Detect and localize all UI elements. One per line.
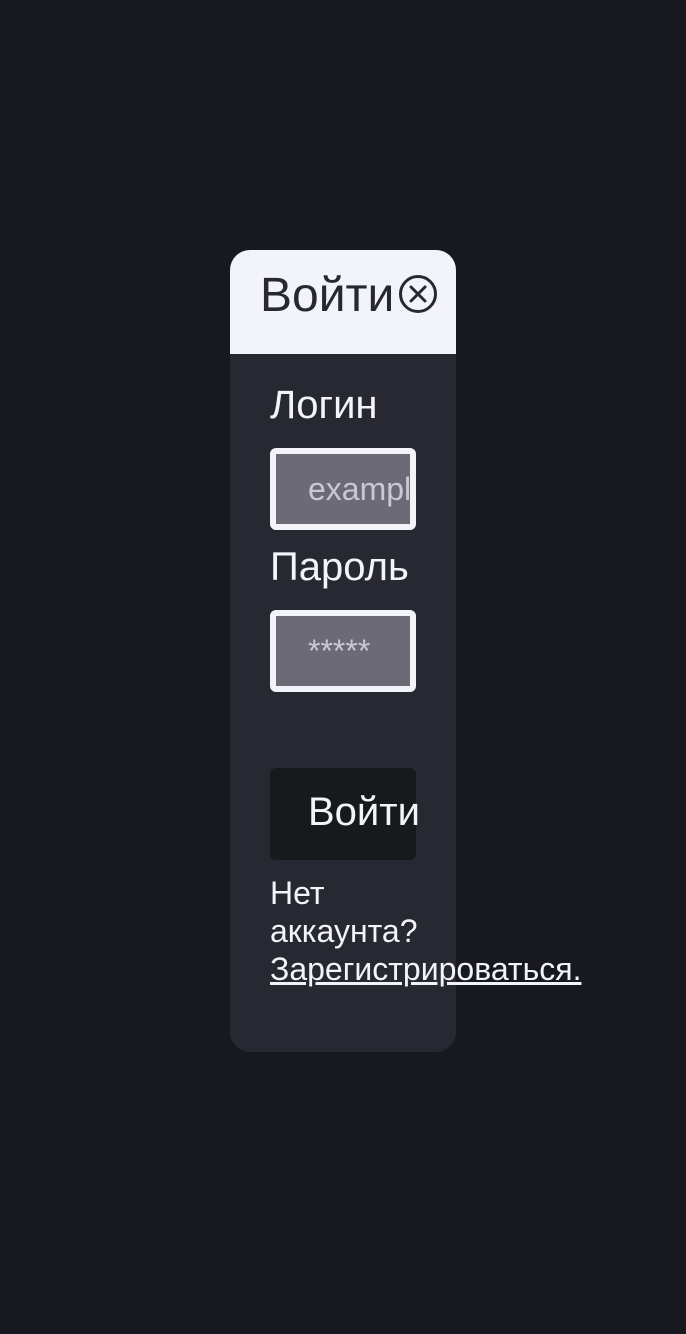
register-link[interactable]: Зарегистрироваться.	[270, 950, 581, 988]
login-input[interactable]	[276, 454, 410, 524]
password-input[interactable]	[276, 616, 410, 686]
page: Войти Логин Пароль Войти Нет аккаунта? З…	[0, 0, 686, 1334]
login-label: Логин	[270, 383, 378, 427]
close-circle-icon	[399, 275, 437, 313]
modal-title: Войти	[260, 269, 395, 322]
submit-button[interactable]: Войти	[270, 768, 420, 860]
no-account-text: Нет аккаунта?	[270, 875, 418, 949]
signup-prompt: Нет аккаунта? Зарегистрироваться.	[270, 874, 581, 988]
login-modal: Войти Логин Пароль Войти Нет аккаунта? З…	[230, 250, 581, 1052]
login-input-frame	[270, 448, 416, 530]
modal-header: Войти	[230, 250, 456, 354]
password-label: Пароль	[270, 545, 409, 589]
close-button[interactable]	[398, 274, 438, 314]
password-input-frame	[270, 610, 416, 692]
submit-button-label: Войти	[308, 790, 420, 834]
